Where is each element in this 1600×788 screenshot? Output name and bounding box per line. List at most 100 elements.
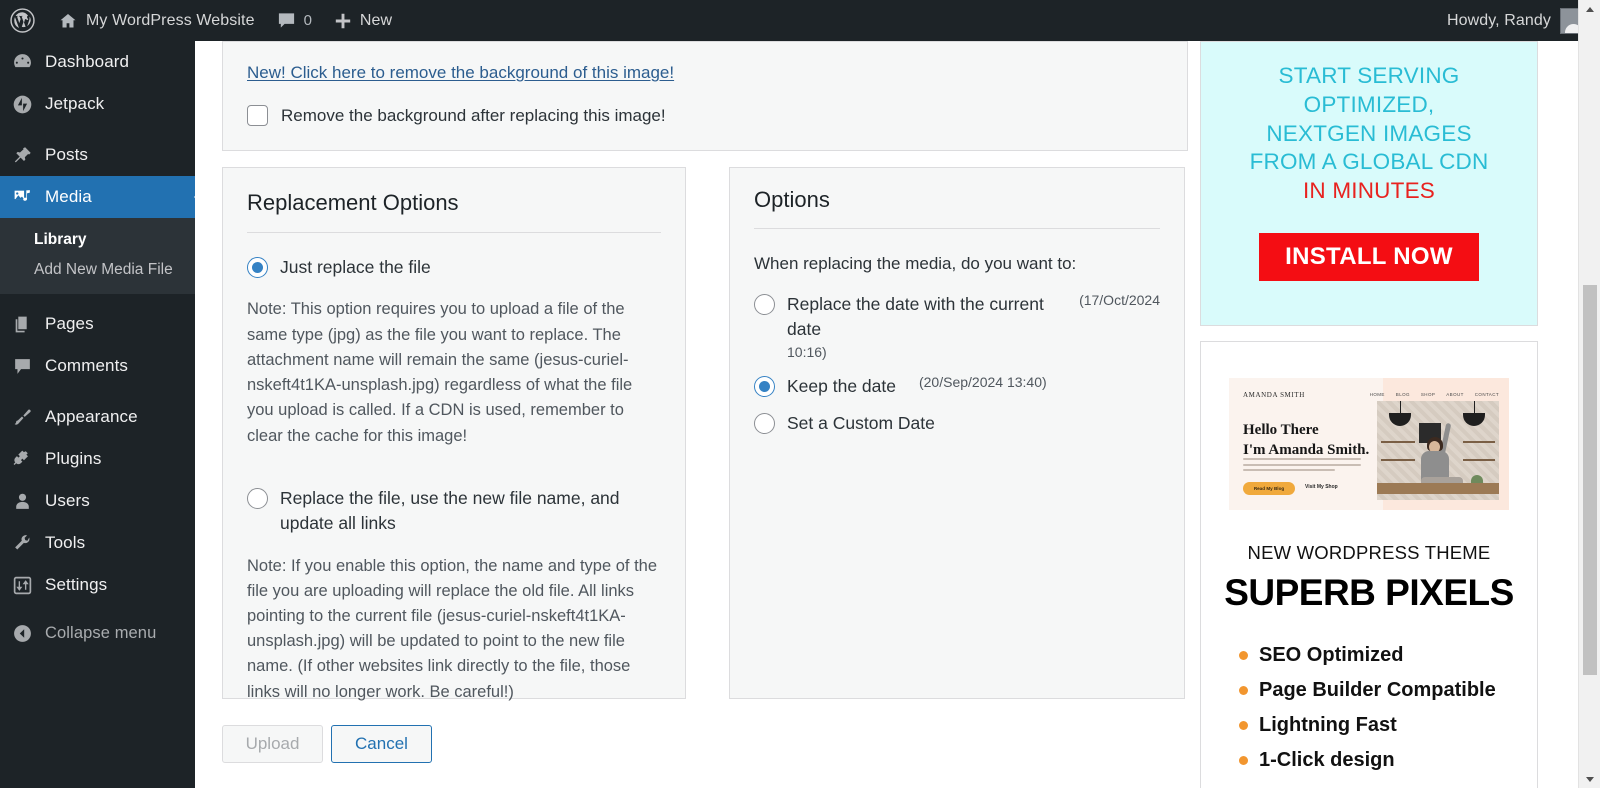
cdn-line-1: START SERVING — [1278, 63, 1460, 88]
date-option-keep-row[interactable]: Keep the date (20/Sep/2024 13:40) — [730, 374, 1184, 399]
remove-background-checkbox[interactable] — [247, 105, 268, 126]
sidebar-item-tools[interactable]: Tools — [0, 522, 195, 564]
sidebar-item-media[interactable]: Media — [0, 176, 195, 218]
sidebar-item-add-new-media-file[interactable]: Add New Media File — [0, 255, 195, 285]
list-item: Page Builder Compatible — [1239, 679, 1537, 702]
menu-separator — [0, 125, 195, 134]
just-replace-file-note: Note: This option requires you to upload… — [247, 300, 633, 445]
remove-background-link[interactable]: New! Click here to remove the background… — [247, 63, 674, 83]
theme-preview-image: AMANDA SMITH HOME BLOG SHOP ABOUT CONTAC… — [1229, 378, 1509, 510]
bullet-icon — [1239, 721, 1248, 730]
preview-nav-item: SHOP — [1420, 392, 1436, 397]
scrollbar-down-button[interactable] — [1579, 770, 1600, 788]
replace-date-label: Replace the date with the current date — [787, 294, 1044, 340]
feature-label: 1-Click design — [1259, 749, 1395, 771]
media-icon — [14, 189, 30, 201]
comments-bubble-button[interactable]: 0 — [266, 0, 323, 41]
preview-body-text — [1243, 458, 1361, 475]
keep-date-value: (20/Sep/2024 13:40) — [918, 373, 1047, 390]
keep-date-radio[interactable] — [754, 375, 775, 397]
feature-label: SEO Optimized — [1259, 644, 1404, 666]
divider — [754, 228, 1160, 229]
replace-date-value: (17/Oct/2024 — [1079, 292, 1160, 308]
sidebar-item-pages[interactable]: Pages — [0, 303, 195, 345]
just-replace-file-radio[interactable] — [247, 257, 268, 278]
scrollbar-up-button[interactable] — [1579, 0, 1600, 18]
sidebar-label: Users — [45, 491, 90, 510]
theme-feature-list: SEO Optimized Page Builder Compatible Li… — [1239, 644, 1537, 772]
date-option-custom-row[interactable]: Set a Custom Date — [730, 411, 1184, 436]
submenu-label: Library — [34, 231, 87, 248]
bullet-icon — [1239, 686, 1248, 695]
date-option-replace-row[interactable]: Replace the date with the current date (… — [730, 292, 1184, 343]
list-item: SEO Optimized — [1239, 644, 1537, 667]
remove-background-checkbox-row[interactable]: Remove the background after replacing th… — [247, 105, 666, 126]
preview-secondary-button-label: Visit My Shop — [1305, 484, 1338, 490]
cancel-button[interactable]: Cancel — [331, 725, 432, 763]
preview-heading-line2: I'm Amanda Smith. — [1243, 441, 1370, 458]
site-name-menu[interactable]: My WordPress Website — [47, 0, 266, 41]
sidebar-label: Tools — [45, 533, 86, 552]
collapse-menu-button[interactable]: Collapse menu — [0, 612, 195, 654]
replacement-options-panel: Replacement Options Just replace the fil… — [222, 167, 686, 701]
chevron-up-icon — [1586, 6, 1594, 12]
sidebar-item-jetpack[interactable]: Jetpack — [0, 83, 195, 125]
wordpress-logo-icon — [10, 8, 35, 33]
admin-sidebar-menu: Dashboard Jetpack Posts Media Library Ad… — [0, 41, 195, 788]
custom-date-radio[interactable] — [754, 413, 775, 435]
bullet-icon — [1239, 651, 1248, 660]
sidebar-item-library[interactable]: Library — [0, 225, 195, 255]
home-icon — [60, 13, 76, 27]
preview-nav-item: HOME — [1369, 392, 1385, 397]
cdn-promo-heading: START SERVING OPTIMIZED, NEXTGEN IMAGES … — [1250, 62, 1489, 206]
custom-date-label: Set a Custom Date — [787, 413, 935, 434]
new-content-menu[interactable]: New — [323, 0, 403, 41]
theme-promo-banner[interactable]: AMANDA SMITH HOME BLOG SHOP ABOUT CONTAC… — [1200, 341, 1538, 788]
replace-option-1-row[interactable]: Just replace the file — [223, 255, 685, 280]
install-now-button[interactable]: INSTALL NOW — [1259, 232, 1479, 281]
sidebar-item-posts[interactable]: Posts — [0, 134, 195, 176]
preview-heading-line1: Hello There — [1243, 422, 1319, 438]
sidebar-item-users[interactable]: Users — [0, 480, 195, 522]
preview-brand: AMANDA SMITH — [1243, 391, 1305, 399]
settings-sliders-icon — [13, 576, 32, 594]
replace-rename-radio[interactable] — [247, 487, 268, 509]
wordpress-logo-button[interactable] — [0, 0, 47, 41]
feature-label: Page Builder Compatible — [1259, 679, 1496, 701]
cdn-line-4: FROM A GLOBAL CDN — [1249, 149, 1489, 175]
list-item: 1-Click design — [1239, 749, 1537, 772]
jetpack-icon — [13, 95, 32, 113]
preview-primary-button-label: Read My Blog — [1253, 486, 1285, 491]
preview-heading: Hello There I'm Amanda Smith. — [1243, 421, 1369, 461]
sidebar-item-comments[interactable]: Comments — [0, 345, 195, 387]
upload-button[interactable]: Upload — [222, 725, 323, 763]
background-removal-panel: New! Click here to remove the background… — [222, 41, 1188, 151]
bullet-icon — [1239, 756, 1248, 765]
menu-separator — [0, 294, 195, 303]
scrollbar-thumb[interactable] — [1583, 285, 1597, 675]
replacement-options-title: Replacement Options — [247, 190, 459, 215]
posts-pin-icon — [14, 146, 31, 162]
comments-icon — [15, 358, 30, 374]
sidebar-label: Plugins — [45, 449, 102, 468]
replace-date-value-overflow: 10:16) — [787, 343, 827, 360]
cdn-line-5: IN MINUTES — [1302, 178, 1435, 204]
page-scrollbar[interactable] — [1578, 0, 1600, 788]
sidebar-item-plugins[interactable]: Plugins — [0, 438, 195, 480]
sidebar-item-dashboard[interactable]: Dashboard — [0, 41, 195, 83]
replace-rename-label: Replace the file, use the new file name,… — [280, 487, 620, 534]
media-submenu: Library Add New Media File — [0, 218, 195, 294]
sidebar-item-settings[interactable]: Settings — [0, 564, 195, 606]
replace-option-2-row[interactable]: Replace the file, use the new file name,… — [223, 486, 685, 537]
replace-date-radio[interactable] — [754, 294, 775, 315]
cdn-line-3: NEXTGEN IMAGES — [1266, 120, 1472, 146]
cdn-promo-banner[interactable]: START SERVING OPTIMIZED, NEXTGEN IMAGES … — [1200, 41, 1538, 326]
chevron-down-icon — [1586, 776, 1594, 782]
preview-nav-item: ABOUT — [1446, 392, 1464, 397]
preview-nav-item: CONTACT — [1474, 392, 1499, 397]
collapse-menu-label: Collapse menu — [45, 623, 157, 642]
comment-count: 0 — [303, 12, 312, 29]
keep-date-label: Keep the date — [787, 375, 896, 396]
sidebar-item-appearance[interactable]: Appearance — [0, 396, 195, 438]
sidebar-label: Comments — [45, 356, 128, 375]
